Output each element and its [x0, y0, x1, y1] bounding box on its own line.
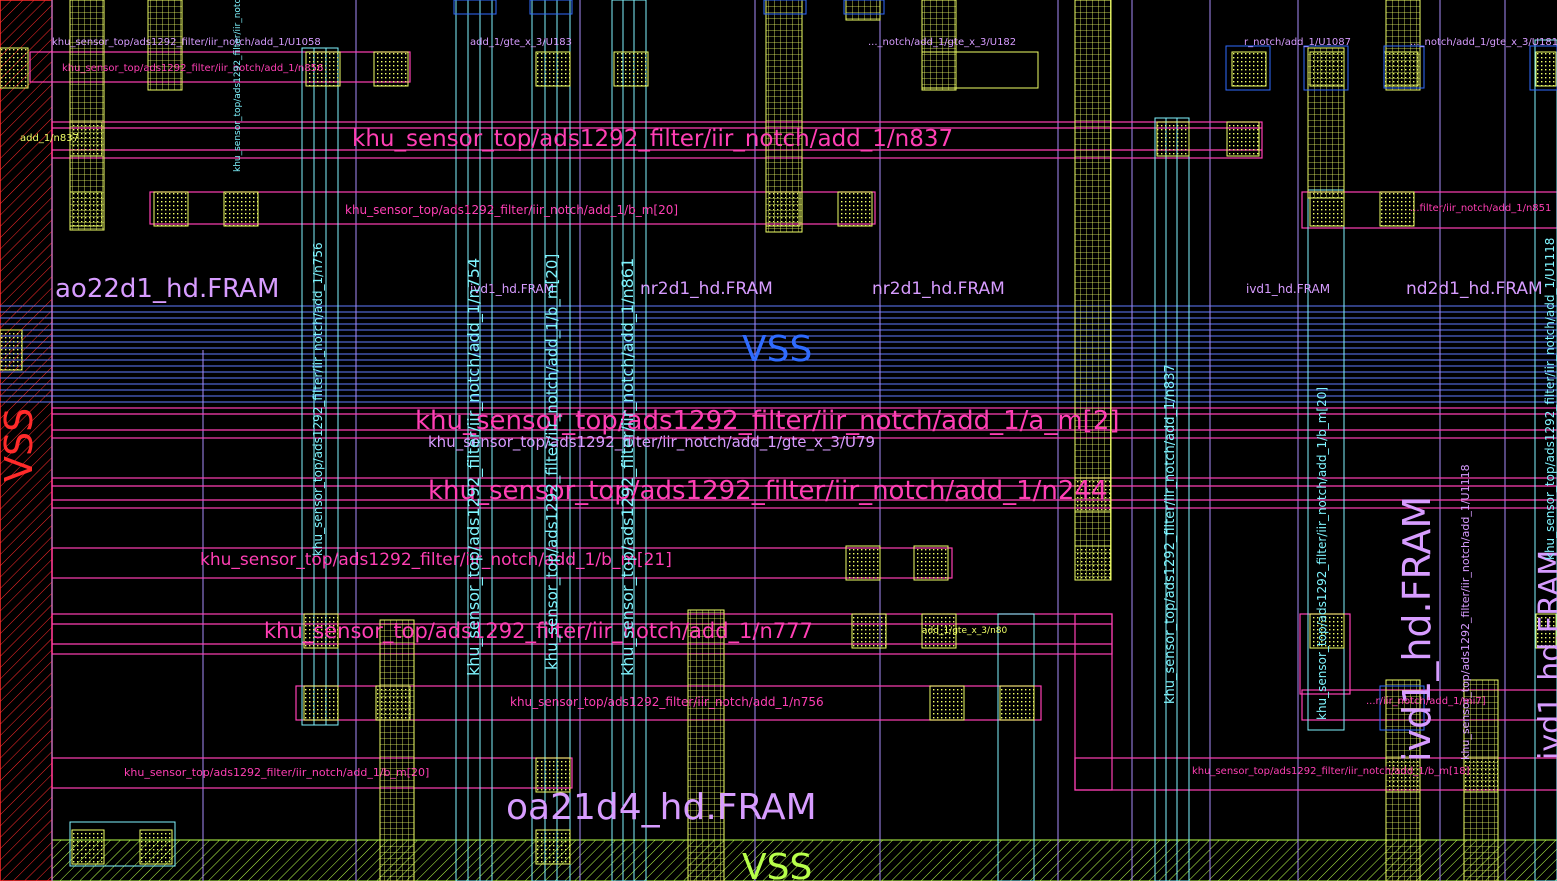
metal2-vss-tracks — [0, 305, 1557, 403]
vss-rail-left — [0, 0, 53, 881]
cell-columns — [69, 0, 1499, 881]
layout-geometry — [0, 0, 1557, 881]
layout-canvas[interactable]: ao22d1_hd.FRAM ivd1_hd.FRAM nr2d1_hd.FRA… — [0, 0, 1557, 881]
cell-outlines — [453, 0, 1557, 731]
vss-rail-bottom — [51, 839, 1557, 881]
